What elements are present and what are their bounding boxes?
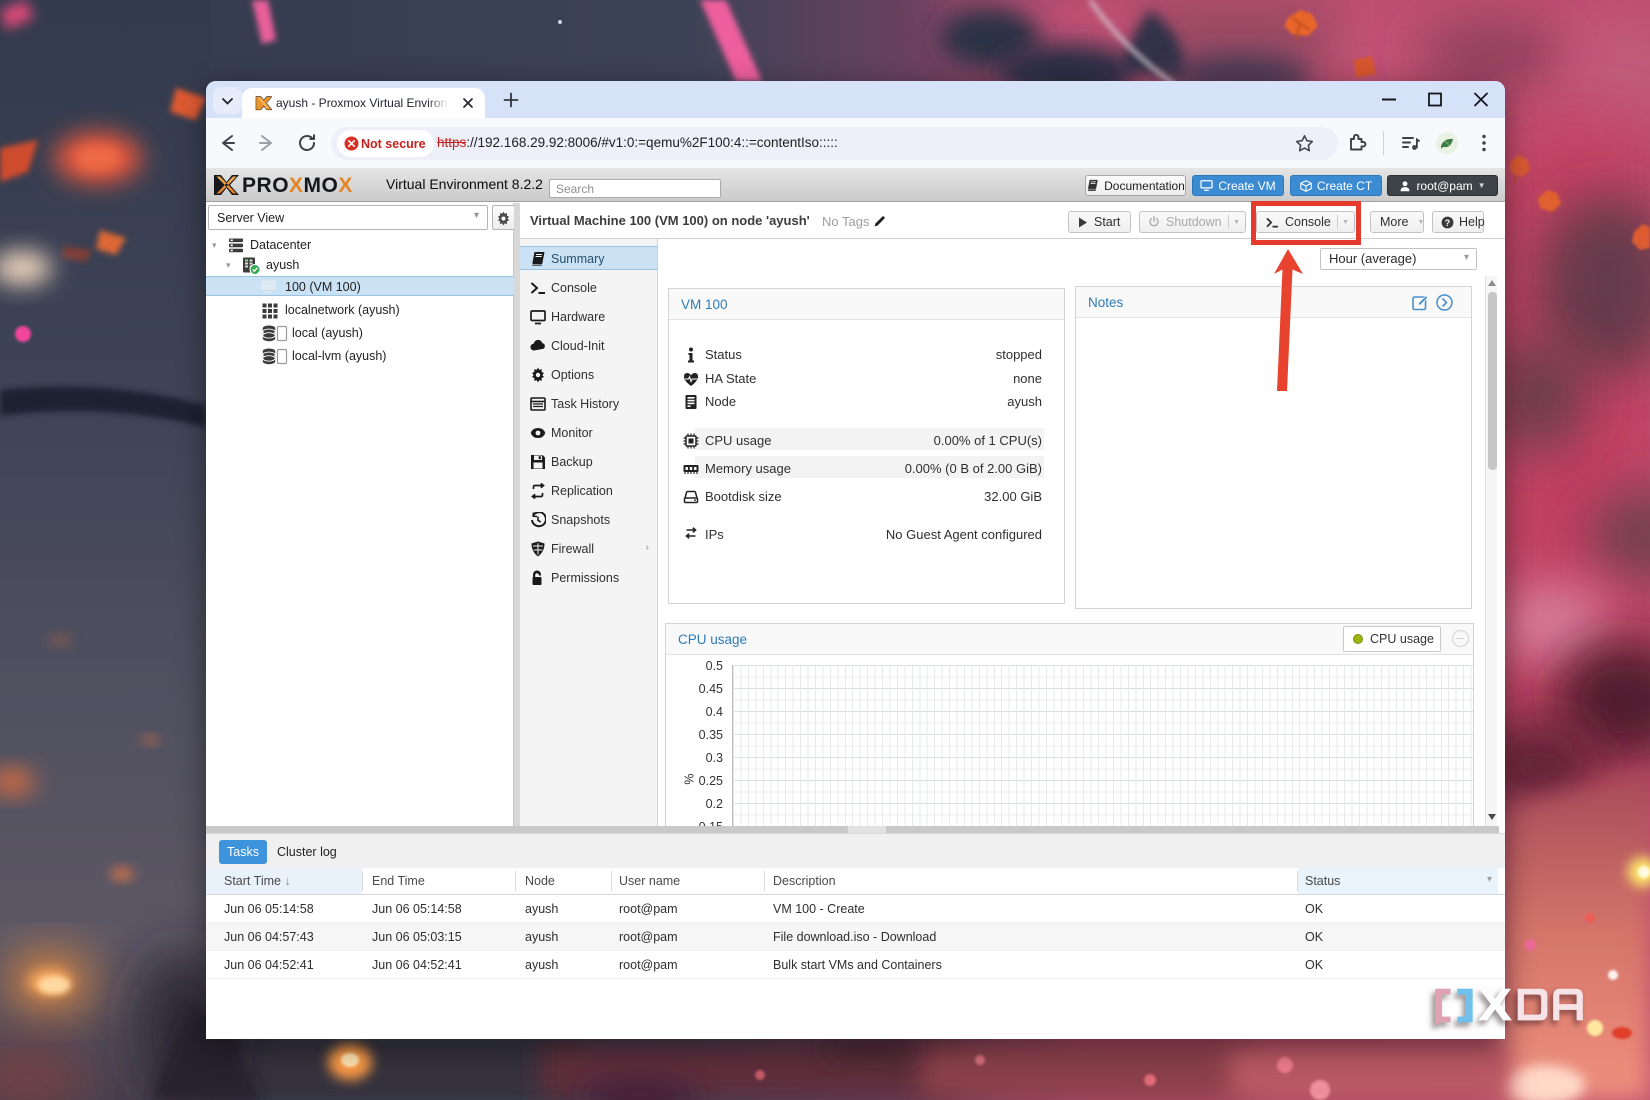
svg-text:?: ? <box>1445 217 1450 227</box>
svg-text:PROXMOX: PROXMOX <box>242 174 353 197</box>
